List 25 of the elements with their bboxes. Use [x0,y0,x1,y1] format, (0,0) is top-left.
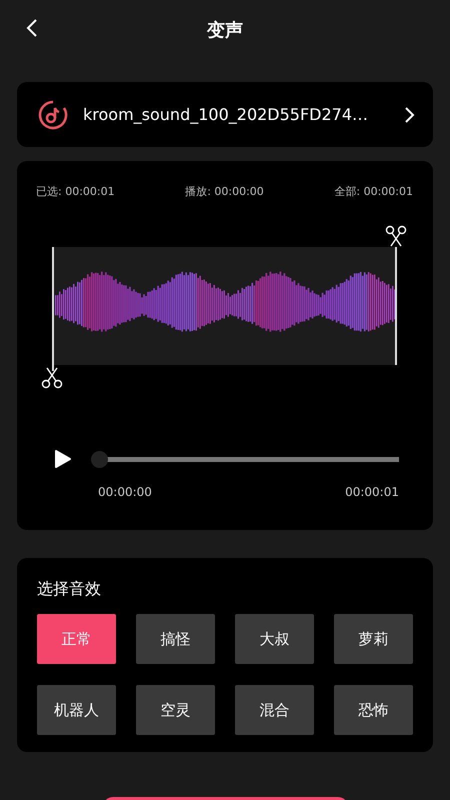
chevron-right-icon [403,106,415,124]
total-time: 全部: 00:00:01 [334,184,413,199]
effect-button[interactable]: 混合 [235,685,314,735]
duration: 00:00:01 [345,485,399,499]
file-name: kroom_sound_100_202D55FD274… [83,105,370,124]
play-time: 播放: 00:00:00 [185,184,264,199]
play-button[interactable] [54,449,72,469]
trim-end-handle[interactable] [395,247,397,365]
effect-button[interactable]: 机器人 [37,685,116,735]
page-title: 变声 [207,19,243,42]
effect-button[interactable]: 萝莉 [334,614,413,664]
music-note-icon [37,98,69,130]
effect-button[interactable]: 空灵 [136,685,215,735]
trim-start-handle[interactable] [52,247,54,371]
effect-button[interactable]: 搞怪 [136,614,215,664]
effect-button[interactable]: 正常 [37,614,116,664]
current-time: 00:00:00 [98,485,152,499]
effect-button[interactable]: 恐怖 [334,685,413,735]
progress-thumb[interactable] [91,450,108,468]
scissors-icon[interactable] [41,367,63,389]
selected-time: 已选: 00:00:01 [36,184,115,199]
section-title: 选择音效 [37,579,102,600]
scissors-icon[interactable] [385,225,407,247]
file-card[interactable]: kroom_sound_100_202D55FD274… [17,82,433,147]
effect-button[interactable]: 大叔 [235,614,314,664]
